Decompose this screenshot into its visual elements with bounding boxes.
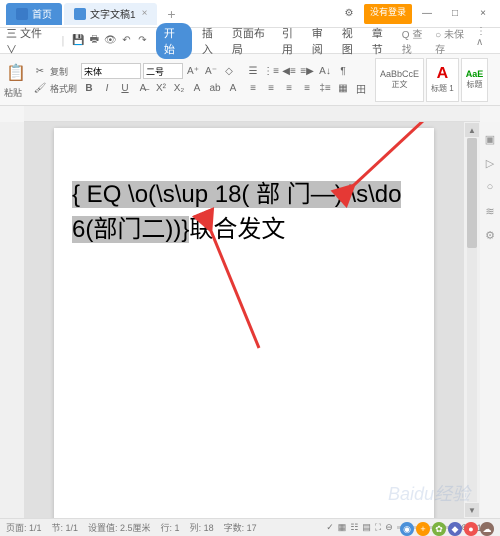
superscript-icon[interactable]: X² bbox=[153, 80, 169, 96]
layers-tool-icon[interactable]: ≋ bbox=[483, 204, 497, 218]
menu-references[interactable]: 引用 bbox=[282, 25, 302, 57]
close-button[interactable]: × bbox=[470, 4, 496, 24]
side-panel: ▣ ▷ ○ ≋ ⚙ bbox=[480, 122, 500, 518]
show-marks-icon[interactable]: ¶ bbox=[335, 63, 351, 79]
search-menu[interactable]: Q 查找 bbox=[402, 26, 429, 56]
underline-icon[interactable]: U bbox=[117, 80, 133, 96]
badge-1[interactable]: ◉ bbox=[400, 522, 414, 536]
italic-icon[interactable]: I bbox=[99, 80, 115, 96]
menu-start[interactable]: 开始 bbox=[156, 23, 192, 59]
tray-badges: ◉ + ✿ ◆ ● ☁ bbox=[400, 522, 494, 536]
outline-tool-icon[interactable]: ○ bbox=[483, 180, 497, 194]
badge-6[interactable]: ☁ bbox=[480, 522, 494, 536]
scroll-down-icon[interactable]: ▼ bbox=[465, 503, 479, 517]
badge-5[interactable]: ● bbox=[464, 522, 478, 536]
print-icon[interactable]: 🖶 bbox=[86, 33, 102, 49]
status-column[interactable]: 列: 18 bbox=[190, 521, 214, 534]
badge-3[interactable]: ✿ bbox=[432, 522, 446, 536]
nav-tool-icon[interactable]: ▷ bbox=[483, 156, 497, 170]
status-line[interactable]: 行: 1 bbox=[161, 521, 180, 534]
menu-insert[interactable]: 插入 bbox=[202, 25, 222, 57]
tab-close-icon[interactable]: × bbox=[142, 8, 148, 19]
file-menu[interactable]: 三 文件 ∨ bbox=[6, 25, 52, 57]
menu-section[interactable]: 章节 bbox=[372, 25, 392, 57]
fullscreen-icon[interactable]: ⛶ bbox=[375, 522, 381, 533]
zoom-out-icon[interactable]: ⊖ bbox=[385, 522, 393, 533]
status-section[interactable]: 节: 1/1 bbox=[52, 521, 79, 534]
tab-add-button[interactable]: + bbox=[167, 6, 175, 22]
login-button[interactable]: 没有登录 bbox=[364, 4, 412, 24]
copy-label[interactable]: 复制 bbox=[50, 65, 68, 78]
tab-home-label: 首页 bbox=[32, 6, 52, 21]
settings-tool-icon[interactable]: ⚙ bbox=[483, 228, 497, 242]
scroll-thumb[interactable] bbox=[467, 138, 477, 248]
paste-label: 粘贴 bbox=[4, 86, 28, 99]
doc-icon bbox=[74, 8, 86, 20]
style-heading1[interactable]: A标题 1 bbox=[426, 58, 459, 102]
align-left-icon[interactable]: ≡ bbox=[245, 80, 261, 96]
menu-review[interactable]: 审阅 bbox=[312, 25, 332, 57]
settings-icon[interactable]: ⚙ bbox=[336, 4, 362, 24]
redo-icon[interactable]: ↷ bbox=[134, 33, 150, 49]
view-outline-icon[interactable]: ▤ bbox=[362, 522, 371, 533]
clear-format-icon[interactable]: ◇ bbox=[221, 63, 237, 79]
line-spacing-icon[interactable]: ‡≡ bbox=[317, 80, 333, 96]
grow-font-icon[interactable]: A⁺ bbox=[185, 63, 201, 79]
numbering-icon[interactable]: ⋮≡ bbox=[263, 63, 279, 79]
document-content[interactable]: { EQ \o(\s\up 18( 部 门—),\s\do 6(部门二))}联合… bbox=[72, 178, 416, 247]
style-heading[interactable]: AaE标题 bbox=[461, 58, 489, 102]
undo-icon[interactable]: ↶ bbox=[118, 33, 134, 49]
status-position[interactable]: 设置值: 2.5厘米 bbox=[88, 521, 151, 534]
maximize-button[interactable]: □ bbox=[442, 4, 468, 24]
menu-view[interactable]: 视图 bbox=[342, 25, 362, 57]
brush-icon[interactable]: 🖌 bbox=[32, 80, 48, 96]
unsaved-indicator: ○ 未保存 bbox=[435, 26, 470, 56]
align-right-icon[interactable]: ≡ bbox=[281, 80, 297, 96]
tab-doc-label: 文字文稿1 bbox=[90, 6, 136, 21]
vertical-ruler[interactable] bbox=[0, 122, 24, 518]
subscript-icon[interactable]: X₂ bbox=[171, 80, 187, 96]
highlight-icon[interactable]: ab bbox=[207, 80, 223, 96]
sort-icon[interactable]: A↓ bbox=[317, 63, 333, 79]
bold-icon[interactable]: B bbox=[81, 80, 97, 96]
char-shading-icon[interactable]: A bbox=[225, 80, 241, 96]
vertical-scrollbar[interactable]: ▲ ▼ bbox=[464, 122, 480, 518]
indent-dec-icon[interactable]: ◀≡ bbox=[281, 63, 297, 79]
shading-icon[interactable]: ▦ bbox=[335, 80, 351, 96]
font-family-select[interactable] bbox=[81, 63, 141, 79]
preview-icon[interactable]: 👁 bbox=[102, 33, 118, 49]
badge-2[interactable]: + bbox=[416, 522, 430, 536]
shrink-font-icon[interactable]: A⁻ bbox=[203, 63, 219, 79]
font-size-select[interactable] bbox=[143, 63, 183, 79]
menu-layout[interactable]: 页面布局 bbox=[232, 25, 272, 57]
scroll-up-icon[interactable]: ▲ bbox=[465, 123, 479, 137]
cut-icon[interactable]: ✂ bbox=[32, 63, 48, 79]
home-icon bbox=[16, 8, 28, 20]
font-color-icon[interactable]: A bbox=[189, 80, 205, 96]
status-chars[interactable]: 字数: 17 bbox=[224, 521, 257, 534]
more-icon[interactable]: ⋮ ∧ bbox=[476, 26, 494, 56]
minimize-button[interactable]: — bbox=[414, 4, 440, 24]
tab-home[interactable]: 首页 bbox=[6, 3, 62, 25]
view-print-icon[interactable]: ▦ bbox=[338, 522, 347, 533]
select-tool-icon[interactable]: ▣ bbox=[483, 132, 497, 146]
document-page[interactable]: { EQ \o(\s\up 18( 部 门—),\s\do 6(部门二))}联合… bbox=[54, 128, 434, 518]
bullets-icon[interactable]: ☰ bbox=[245, 63, 261, 79]
horizontal-ruler[interactable] bbox=[24, 106, 480, 122]
border-icon[interactable]: 田 bbox=[353, 80, 369, 96]
tab-document[interactable]: 文字文稿1 × bbox=[64, 3, 157, 25]
align-center-icon[interactable]: ≡ bbox=[263, 80, 279, 96]
paste-icon[interactable]: 📋 bbox=[4, 61, 28, 85]
text-after[interactable]: 联合发文 bbox=[189, 216, 285, 243]
style-normal[interactable]: AaBbCcE正文 bbox=[375, 58, 424, 102]
save-icon[interactable]: 💾 bbox=[70, 33, 86, 49]
badge-4[interactable]: ◆ bbox=[448, 522, 462, 536]
align-justify-icon[interactable]: ≡ bbox=[299, 80, 315, 96]
strike-icon[interactable]: A̶ bbox=[135, 80, 151, 96]
indent-inc-icon[interactable]: ≡▶ bbox=[299, 63, 315, 79]
spellcheck-icon[interactable]: ✓ bbox=[326, 522, 334, 533]
status-page[interactable]: 页面: 1/1 bbox=[6, 521, 42, 534]
format-painter-label[interactable]: 格式刷 bbox=[50, 82, 77, 95]
view-web-icon[interactable]: ☷ bbox=[350, 522, 358, 533]
